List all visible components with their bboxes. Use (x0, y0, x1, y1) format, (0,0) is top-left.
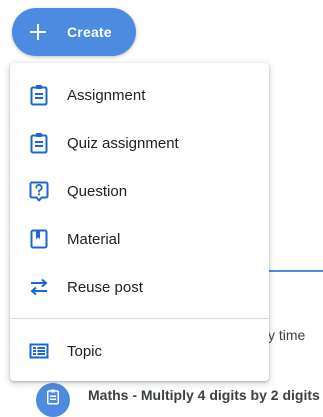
menu-item-label: Topic (67, 342, 103, 360)
assignment-icon (30, 85, 48, 106)
menu-divider (10, 318, 269, 319)
menu-item-label: Quiz assignment (67, 134, 179, 152)
menu-item-label: Material (67, 230, 121, 248)
menu-item-quiz-assignment[interactable]: Quiz assignment (10, 119, 269, 167)
assignment-post-icon (36, 383, 70, 417)
quiz-assignment-icon (30, 133, 48, 154)
background-text: y time (268, 327, 306, 343)
material-icon (30, 229, 48, 249)
question-icon (29, 181, 49, 202)
menu-item-label: Reuse post (67, 278, 143, 296)
reuse-post-icon (30, 278, 48, 296)
plus-icon (30, 24, 46, 40)
menu-item-topic[interactable]: Topic (10, 327, 269, 375)
menu-item-label: Assignment (67, 86, 146, 104)
menu-item-reuse-post[interactable]: Reuse post (10, 263, 269, 311)
post-title[interactable]: Maths - Multiply 4 digits by 2 digits (88, 387, 320, 403)
tab-underline (268, 270, 323, 272)
create-menu: Assignment Quiz assignment Question Mate… (10, 63, 269, 381)
create-button[interactable]: Create (12, 8, 136, 56)
topic-icon (29, 343, 49, 359)
menu-item-material[interactable]: Material (10, 215, 269, 263)
menu-item-assignment[interactable]: Assignment (10, 71, 269, 119)
stream-post[interactable]: Maths - Multiply 4 digits by 2 digits (0, 380, 323, 417)
menu-item-label: Question (67, 182, 128, 200)
menu-item-question[interactable]: Question (10, 167, 269, 215)
create-button-label: Create (67, 24, 112, 40)
